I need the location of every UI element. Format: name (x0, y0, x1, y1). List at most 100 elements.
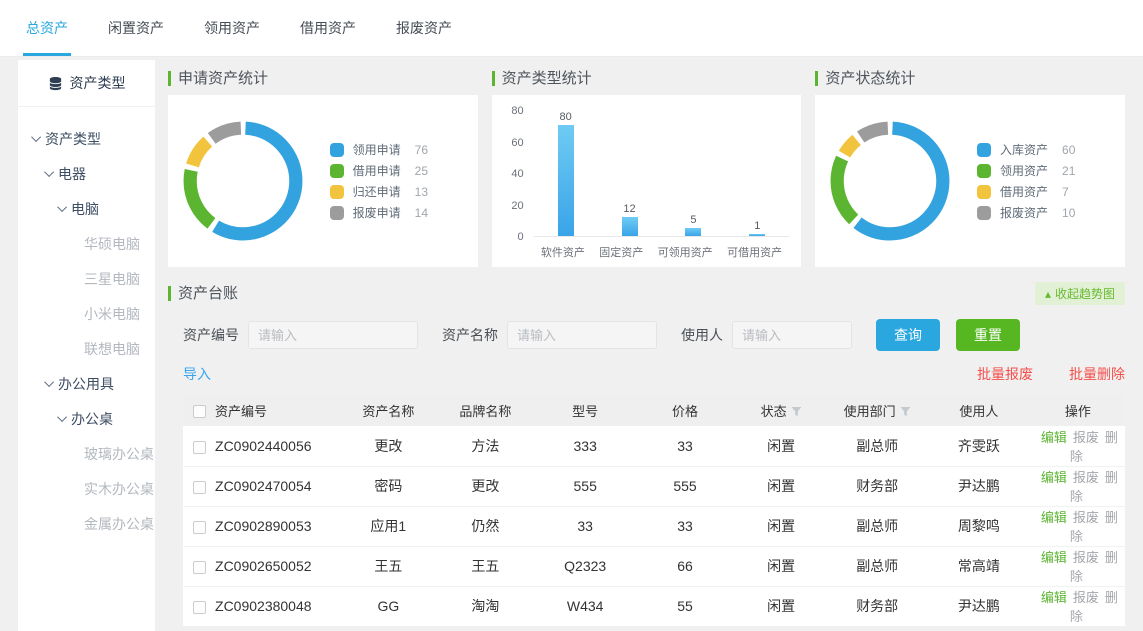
row-checkbox[interactable] (193, 481, 206, 494)
table-row: ZC0902440056更改方法33333闲置副总师齐雯跃编辑报废删除 (183, 426, 1125, 466)
tab-claimed-assets[interactable]: 领用资产 (201, 0, 263, 56)
tab-total-assets[interactable]: 总资产 (23, 0, 71, 56)
status-stats-panel: 资产状态统计 入库资产60领用资产21借用资产7报废资产10 (815, 71, 1125, 267)
asset-code-input[interactable] (248, 321, 418, 349)
bar[interactable] (558, 125, 574, 236)
row-checkbox[interactable] (193, 441, 206, 454)
bar-plot-area: 801251 (534, 111, 790, 237)
import-link[interactable]: 导入 (183, 364, 211, 384)
status-stats-chart: 入库资产60 领用资产21 借用资产7 报废资产10 (815, 95, 1125, 267)
tab-borrowed-assets[interactable]: 借用资产 (297, 0, 359, 56)
chevron-down-icon[interactable] (44, 377, 54, 387)
filter-funnel-icon[interactable] (900, 406, 911, 417)
table-cell: 财务部 (827, 466, 927, 506)
tree-item[interactable]: 电脑 (18, 191, 155, 226)
scrap-link[interactable]: 报废 (1073, 430, 1099, 445)
column-header-label: 操作 (1065, 404, 1091, 419)
tree-item[interactable]: 办公桌 (18, 401, 155, 436)
bar[interactable] (685, 228, 701, 236)
table-body: ZC0902440056更改方法33333闲置副总师齐雯跃编辑报废删除 ZC090… (183, 426, 1125, 626)
table-cell: 副总师 (827, 506, 927, 546)
legend-item[interactable]: 报废资产10 (977, 205, 1109, 220)
column-header-label: 资产名称 (362, 404, 414, 419)
tree-item-label: 办公用具 (58, 374, 114, 394)
asset-name-input[interactable] (507, 321, 657, 349)
select-all-checkbox[interactable] (193, 405, 206, 418)
search-row: 资产编号 资产名称 使用人 查询 重置 (183, 319, 1125, 351)
column-header: 操作 (1031, 394, 1125, 426)
legend-item[interactable]: 入库资产60 (977, 142, 1109, 157)
bar[interactable] (622, 217, 638, 236)
column-header: 资产编号 (215, 394, 341, 426)
charts-row: 申请资产统计 领用申请76借用申请25归还申请13报废申请14 资产类型统计 8… (168, 71, 1125, 267)
reset-button[interactable]: 重置 (956, 319, 1020, 351)
y-tick-label: 40 (500, 168, 524, 180)
row-checkbox[interactable] (193, 561, 206, 574)
tab-idle-assets[interactable]: 闲置资产 (105, 0, 167, 56)
table-cell: 55 (635, 586, 735, 626)
bar-value-label: 5 (690, 214, 696, 226)
legend-color-swatch (977, 143, 991, 157)
column-header-label: 型号 (572, 404, 598, 419)
links-row: 导入 批量报废 批量删除 (183, 364, 1125, 384)
legend-item[interactable]: 领用申请76 (330, 142, 462, 157)
table-cell: 副总师 (827, 546, 927, 586)
table-cell: 淘淘 (435, 586, 535, 626)
row-checkbox[interactable] (193, 521, 206, 534)
table-cell: 闲置 (735, 586, 827, 626)
edit-link[interactable]: 编辑 (1041, 470, 1067, 485)
tree-item[interactable]: 联想电脑 (18, 331, 155, 366)
legend-item[interactable]: 借用资产7 (977, 184, 1109, 199)
table-row: ZC0902650052王五王五Q232366闲置副总师常高靖编辑报废删除 (183, 546, 1125, 586)
tree-item[interactable]: 三星电脑 (18, 261, 155, 296)
tab-scrapped-assets[interactable]: 报废资产 (393, 0, 455, 56)
tree-item-label: 小米电脑 (84, 304, 140, 324)
bar[interactable] (749, 234, 765, 236)
scrap-link[interactable]: 报废 (1073, 510, 1099, 525)
database-icon (48, 76, 63, 91)
tree-item[interactable]: 华硕电脑 (18, 226, 155, 261)
scrap-link[interactable]: 报废 (1073, 470, 1099, 485)
apply-donut-legend: 领用申请76 借用申请25 归还申请13 报废申请14 (330, 136, 462, 226)
query-button[interactable]: 查询 (876, 319, 940, 351)
tree-item[interactable]: 实木办公桌 (18, 471, 155, 506)
scrap-link[interactable]: 报废 (1073, 550, 1099, 565)
user-input[interactable] (732, 321, 852, 349)
table-cell: ZC0902380048 (215, 586, 341, 626)
collapse-trend-button[interactable]: ▴ 收起趋势图 (1035, 282, 1125, 305)
chevron-down-icon[interactable] (57, 412, 67, 422)
tree-item[interactable]: 办公用具 (18, 366, 155, 401)
filter-funnel-icon[interactable] (791, 406, 802, 417)
legend-item[interactable]: 归还申请13 (330, 184, 462, 199)
chevron-down-icon[interactable] (31, 132, 41, 142)
ledger-title: 资产台账 (168, 286, 238, 301)
legend-item[interactable]: 领用资产21 (977, 163, 1109, 178)
table-cell: 方法 (435, 426, 535, 466)
edit-link[interactable]: 编辑 (1041, 510, 1067, 525)
tree-item[interactable]: 小米电脑 (18, 296, 155, 331)
column-header-label: 品牌名称 (459, 404, 511, 419)
edit-link[interactable]: 编辑 (1041, 590, 1067, 605)
table-cell: 副总师 (827, 426, 927, 466)
legend-color-swatch (330, 185, 344, 199)
tree-item[interactable]: 电器 (18, 156, 155, 191)
asset-management-page: 总资产 闲置资产 领用资产 借用资产 报废资产 资产类型 资产类型电器电脑华硕电… (0, 0, 1143, 631)
chevron-down-icon[interactable] (44, 167, 54, 177)
edit-link[interactable]: 编辑 (1041, 550, 1067, 565)
chevron-down-icon[interactable] (57, 202, 67, 212)
table-cell: GG (341, 586, 435, 626)
legend-value: 21 (1062, 164, 1075, 178)
legend-item[interactable]: 借用申请25 (330, 163, 462, 178)
edit-link[interactable]: 编辑 (1041, 430, 1067, 445)
tree-item[interactable]: 金属办公桌 (18, 506, 155, 541)
tree-item[interactable]: 玻璃办公桌 (18, 436, 155, 471)
legend-color-swatch (977, 164, 991, 178)
tree-item[interactable]: 资产类型 (18, 121, 155, 156)
batch-scrap-link[interactable]: 批量报废 (977, 364, 1033, 384)
legend-value: 13 (415, 185, 428, 199)
collapse-arrow-icon: ▴ (1045, 287, 1051, 301)
legend-item[interactable]: 报废申请14 (330, 205, 462, 220)
row-checkbox[interactable] (193, 601, 206, 614)
scrap-link[interactable]: 报废 (1073, 590, 1099, 605)
batch-delete-link[interactable]: 批量删除 (1069, 364, 1125, 384)
